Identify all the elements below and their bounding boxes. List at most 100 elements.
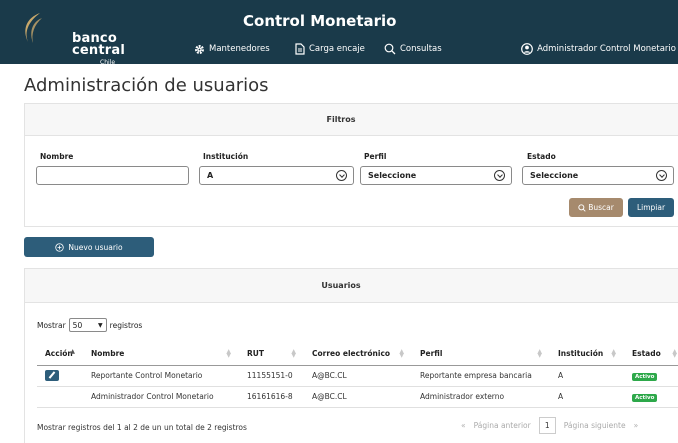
logo-text-chile: Chile	[100, 59, 116, 66]
search-button[interactable]: Buscar	[569, 198, 623, 217]
perfil-select[interactable]: Seleccione	[360, 166, 512, 185]
chevron-down-icon	[656, 170, 667, 181]
action-cell	[37, 386, 83, 408]
sort-icon: ▲ ▼	[399, 348, 404, 359]
column-header-nombre[interactable]: Nombre ▲ ▼	[83, 343, 239, 366]
action-cell	[37, 365, 83, 387]
column-header-label: Acción	[45, 349, 73, 359]
column-header-label: Perfil	[420, 349, 443, 359]
chevron-down-icon	[494, 170, 505, 181]
perfil-label: Perfil	[364, 152, 387, 161]
pager-first[interactable]: «	[461, 421, 466, 430]
cell-nombre: Administrador Control Monetario	[83, 386, 239, 408]
estado-select-value: Seleccione	[530, 171, 579, 180]
status-badge: Activo	[632, 393, 658, 402]
user-menu[interactable]: Administrador Control Monetario	[521, 40, 676, 58]
perfil-select-value: Seleccione	[368, 171, 417, 180]
gear-icon	[195, 44, 204, 54]
cell-nombre: Reportante Control Monetario	[83, 365, 239, 387]
column-header-correo[interactable]: Correo electrónico ▲ ▼	[304, 343, 412, 366]
column-header-accion[interactable]: Acción ▲	[37, 343, 83, 366]
search-icon	[578, 203, 586, 212]
column-header-rut[interactable]: RUT ▲ ▼	[239, 343, 304, 366]
clear-button-label: Limpiar	[636, 203, 666, 212]
table-row: Administrador Control Monetario 16161616…	[37, 386, 678, 408]
users-title: Usuarios	[25, 269, 678, 303]
column-header-label: RUT	[247, 349, 264, 359]
sort-icon: ▲ ▼	[291, 348, 296, 359]
chevron-down-icon: ▼	[98, 321, 103, 329]
nav-consultas[interactable]: Consultas	[384, 40, 442, 58]
cell-correo: A@BC.CL	[304, 365, 412, 387]
column-header-estado[interactable]: Estado ▲ ▼	[624, 343, 678, 366]
pager-current-page[interactable]: 1	[538, 417, 556, 434]
users-table: Acción ▲ Nombre ▲ ▼ RUT ▲ ▼ Correo electrónic…	[37, 343, 678, 408]
sort-asc-icon: ▲	[70, 348, 75, 355]
pager-prev[interactable]: Página anterior	[474, 421, 531, 430]
column-header-perfil[interactable]: Perfil ▲ ▼	[412, 343, 550, 366]
sort-icon: ▲ ▼	[537, 348, 542, 359]
document-icon	[295, 43, 305, 55]
nav-carga-encaje[interactable]: Carga encaje	[295, 40, 365, 58]
nav-carga-encaje-label: Carga encaje	[309, 44, 365, 54]
user-name: Administrador Control Monetario	[537, 44, 676, 54]
nav-mantenedores-label: Mantenedores	[209, 44, 270, 54]
estado-select[interactable]: Seleccione	[522, 166, 674, 185]
sort-icon: ▲ ▼	[611, 348, 616, 359]
cell-perfil: Reportante empresa bancaria	[412, 365, 550, 387]
cell-rut: 16161616-8	[239, 386, 304, 408]
chevron-down-icon	[336, 170, 347, 181]
cell-estado: Activo	[624, 365, 678, 387]
clear-button[interactable]: Limpiar	[628, 198, 674, 217]
institucion-select[interactable]: A	[199, 166, 354, 185]
table-row: Reportante Control Monetario 11155151-0 …	[37, 365, 678, 387]
page-size-control: Mostrar 50 ▼ registros	[37, 318, 142, 332]
column-header-label: Nombre	[91, 349, 125, 359]
new-user-button-label: Nuevo usuario	[68, 242, 123, 252]
sort-icon: ▲ ▼	[226, 348, 231, 359]
cell-perfil: Administrador externo	[412, 386, 550, 408]
search-icon	[384, 43, 396, 55]
page-size-select[interactable]: 50 ▼	[68, 318, 107, 332]
sort-icon: ▲ ▼	[672, 348, 677, 359]
show-suffix: registros	[109, 320, 143, 330]
cell-estado: Activo	[624, 386, 678, 408]
plus-circle-icon	[55, 242, 65, 252]
pager-next[interactable]: Página siguiente	[564, 421, 626, 430]
nav-mantenedores[interactable]: Mantenedores	[194, 40, 270, 58]
institucion-label: Institución	[203, 152, 249, 161]
institucion-select-value: A	[207, 171, 214, 180]
column-header-label: Correo electrónico	[312, 349, 391, 359]
users-panel: Usuarios Mostrar 50 ▼ registros Acción ▲ …	[24, 268, 678, 443]
status-badge: Activo	[632, 372, 658, 381]
logo-text-central: central	[72, 43, 126, 58]
column-header-institucion[interactable]: Institución ▲ ▼	[550, 343, 624, 366]
cell-correo: A@BC.CL	[304, 386, 412, 408]
page-title: Administración de usuarios	[24, 75, 269, 96]
show-prefix: Mostrar	[37, 320, 66, 330]
top-bar: banco central Chile Control Monetario Ma…	[0, 0, 678, 66]
table-header-row: Acción ▲ Nombre ▲ ▼ RUT ▲ ▼ Correo electrónic…	[37, 343, 678, 366]
cell-institucion: A	[550, 386, 624, 408]
cell-rut: 11155151-0	[239, 365, 304, 387]
search-button-label: Buscar	[588, 203, 614, 212]
new-user-button[interactable]: Nuevo usuario	[24, 237, 154, 257]
estado-label: Estado	[527, 152, 556, 161]
nav-consultas-label: Consultas	[400, 44, 442, 54]
page-size-value: 50	[72, 320, 83, 330]
nombre-label: Nombre	[40, 152, 74, 161]
edit-icon[interactable]	[45, 370, 59, 381]
cell-institucion: A	[550, 365, 624, 387]
bank-logo[interactable]: banco central Chile	[14, 10, 125, 66]
user-circle-icon	[521, 43, 534, 55]
filters-title: Filtros	[25, 104, 678, 136]
pagination: « Página anterior 1 Página siguiente »	[461, 417, 638, 434]
nombre-input[interactable]	[36, 166, 189, 185]
column-header-label: Institución	[558, 349, 604, 359]
app-title: Control Monetario	[243, 12, 397, 30]
records-info: Mostrar registros del 1 al 2 de un un to…	[37, 423, 247, 432]
filters-panel: Filtros Nombre Institución A Perfil Sele…	[24, 103, 678, 227]
column-header-label: Estado	[632, 349, 661, 359]
logo-mark-icon	[25, 13, 42, 43]
pager-last[interactable]: »	[634, 421, 639, 430]
